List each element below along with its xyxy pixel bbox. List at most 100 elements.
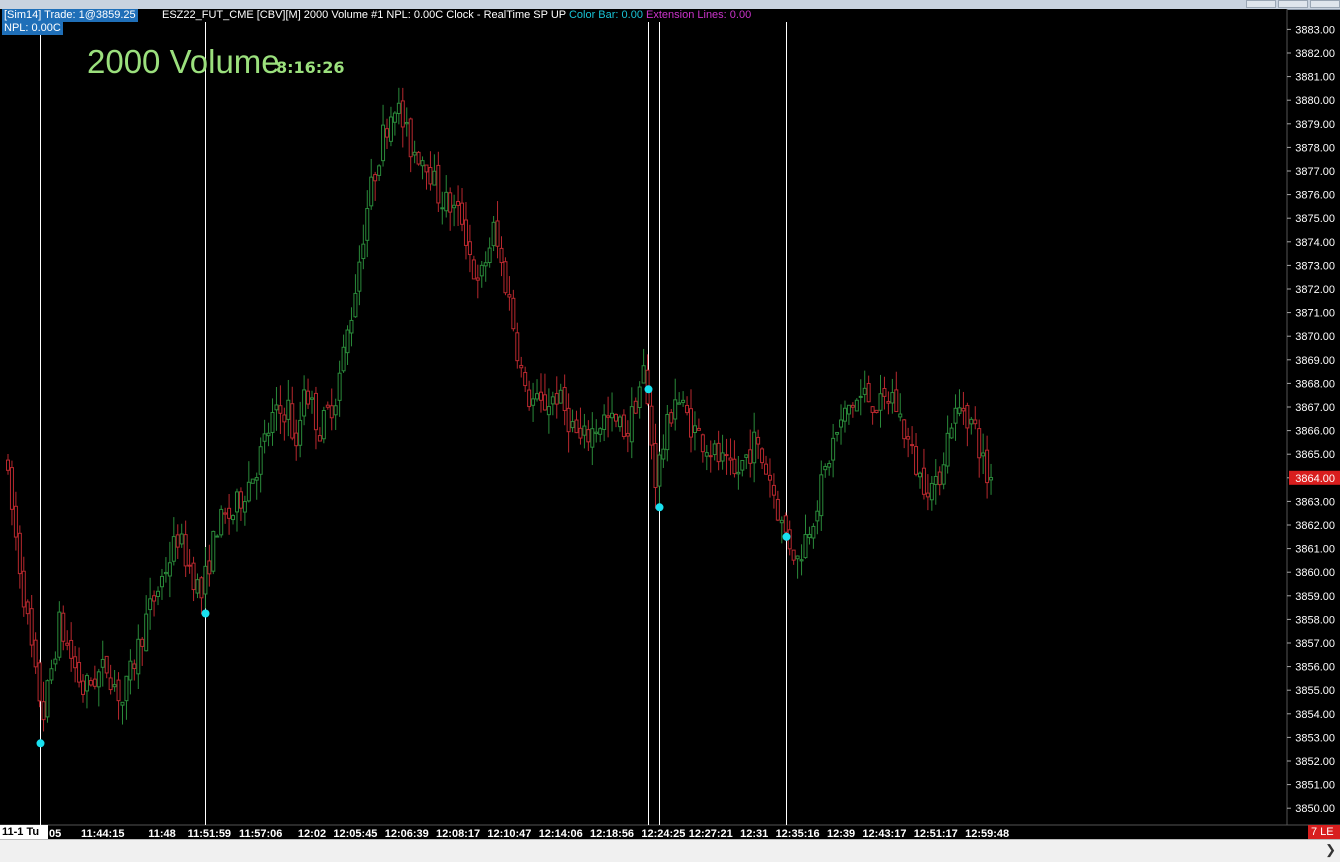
candle-body <box>878 393 883 411</box>
signal-marker <box>36 739 45 748</box>
candle-body <box>73 656 78 669</box>
candle-body <box>136 638 141 675</box>
candle-body <box>159 575 164 588</box>
candle-body <box>957 407 962 414</box>
y-tick-label: 3866.00 <box>1295 426 1335 438</box>
candle-body <box>88 680 93 686</box>
candle-body <box>819 474 824 517</box>
candle-body <box>187 564 192 567</box>
candle-body <box>92 678 97 687</box>
candle-body <box>345 329 350 354</box>
candle-body <box>460 202 465 225</box>
candle-body <box>132 663 137 670</box>
candle-body <box>866 383 871 403</box>
candle-body <box>231 515 236 521</box>
candle-body <box>681 399 686 403</box>
npl-badge: NPL: 0.00C <box>2 22 63 35</box>
candle-body <box>156 590 161 598</box>
account-badge[interactable]: [Sim14] Trade: 1@3859.25 <box>2 9 138 22</box>
scroll-right-icon[interactable]: ❯ <box>1325 842 1336 858</box>
candle-body <box>306 390 311 405</box>
candle-body <box>760 448 765 464</box>
candle-body <box>574 419 579 434</box>
y-tick-label: 3867.00 <box>1295 402 1335 414</box>
candle-body <box>531 398 536 406</box>
candle-body <box>783 515 788 533</box>
candle-body <box>400 100 405 128</box>
candle-body <box>9 467 14 510</box>
candle-body <box>633 400 638 414</box>
candle-body <box>823 465 828 471</box>
candle-body <box>712 443 717 456</box>
chart-info-header: ESZ22_FUT_CME [CBV][M] 2000 Volume #1 NP… <box>162 9 751 22</box>
candle-body <box>744 454 749 458</box>
candle-body <box>625 432 630 437</box>
candle-body <box>396 102 401 114</box>
candle-body <box>621 414 626 438</box>
candle-body <box>937 471 942 486</box>
candle-body <box>69 639 74 659</box>
candle-body <box>116 679 121 702</box>
candle-body <box>720 452 725 462</box>
candle-body <box>842 407 847 422</box>
y-tick-label: 3875.00 <box>1295 213 1335 225</box>
candle-body <box>519 364 524 369</box>
candle-body <box>475 277 480 281</box>
candle-body <box>538 391 543 401</box>
candle-body <box>191 562 196 591</box>
candle-body <box>827 463 832 468</box>
candle-body <box>562 387 567 412</box>
candle-body <box>977 428 982 459</box>
candle-body <box>65 642 70 646</box>
candle-body <box>961 407 966 412</box>
candle-body <box>487 247 492 264</box>
candle-body <box>234 491 239 513</box>
horizontal-scrollbar[interactable]: ❯ <box>0 839 1340 862</box>
candle-body <box>211 530 216 572</box>
candle-body <box>700 434 705 453</box>
candle-body <box>685 404 690 414</box>
candle-body <box>175 534 180 548</box>
candle-body <box>910 444 915 447</box>
candle-body <box>278 405 283 414</box>
candle-body <box>444 191 449 212</box>
candle-body <box>953 407 958 424</box>
y-tick-label: 3883.00 <box>1295 24 1335 36</box>
instrument-info: ESZ22_FUT_CME [CBV][M] 2000 Volume #1 NP… <box>162 9 566 21</box>
candle-body <box>914 446 919 475</box>
candle-body <box>594 431 599 435</box>
candle-body <box>799 559 804 562</box>
candle-body <box>483 262 488 267</box>
candle-body <box>590 428 595 448</box>
candle-body <box>653 443 658 489</box>
candle-body <box>108 677 113 691</box>
candle-body <box>835 431 840 435</box>
candle-body <box>791 549 796 561</box>
y-tick-label: 3854.00 <box>1295 709 1335 721</box>
candle-body <box>100 658 105 668</box>
candle-body <box>692 425 697 433</box>
candle-body <box>661 448 666 460</box>
y-tick-label: 3850.00 <box>1295 803 1335 815</box>
y-tick-label: 3856.00 <box>1295 662 1335 674</box>
candle-body <box>906 436 911 440</box>
y-tick-label: 3862.00 <box>1295 520 1335 532</box>
candle-body <box>677 402 682 405</box>
candle-body <box>408 118 413 158</box>
candle-body <box>41 701 46 721</box>
candle-body <box>215 535 220 538</box>
candle-body <box>535 393 540 400</box>
candle-body <box>527 389 532 408</box>
candle-body <box>795 555 800 560</box>
candle-body <box>613 413 618 422</box>
candle-body <box>582 425 587 436</box>
price-chart[interactable]: 3883.00 3882.00 3881.00 3880.00 3879.00 3878.… <box>0 0 1340 861</box>
trade-label: Trade: 1@3859.25 <box>44 9 136 21</box>
candle-body <box>412 151 417 156</box>
candle-body <box>270 412 275 433</box>
candle-body <box>756 436 761 445</box>
candle-body <box>440 207 445 210</box>
candle-body <box>732 458 737 475</box>
candle-body <box>542 394 547 411</box>
candle-body <box>96 671 101 688</box>
